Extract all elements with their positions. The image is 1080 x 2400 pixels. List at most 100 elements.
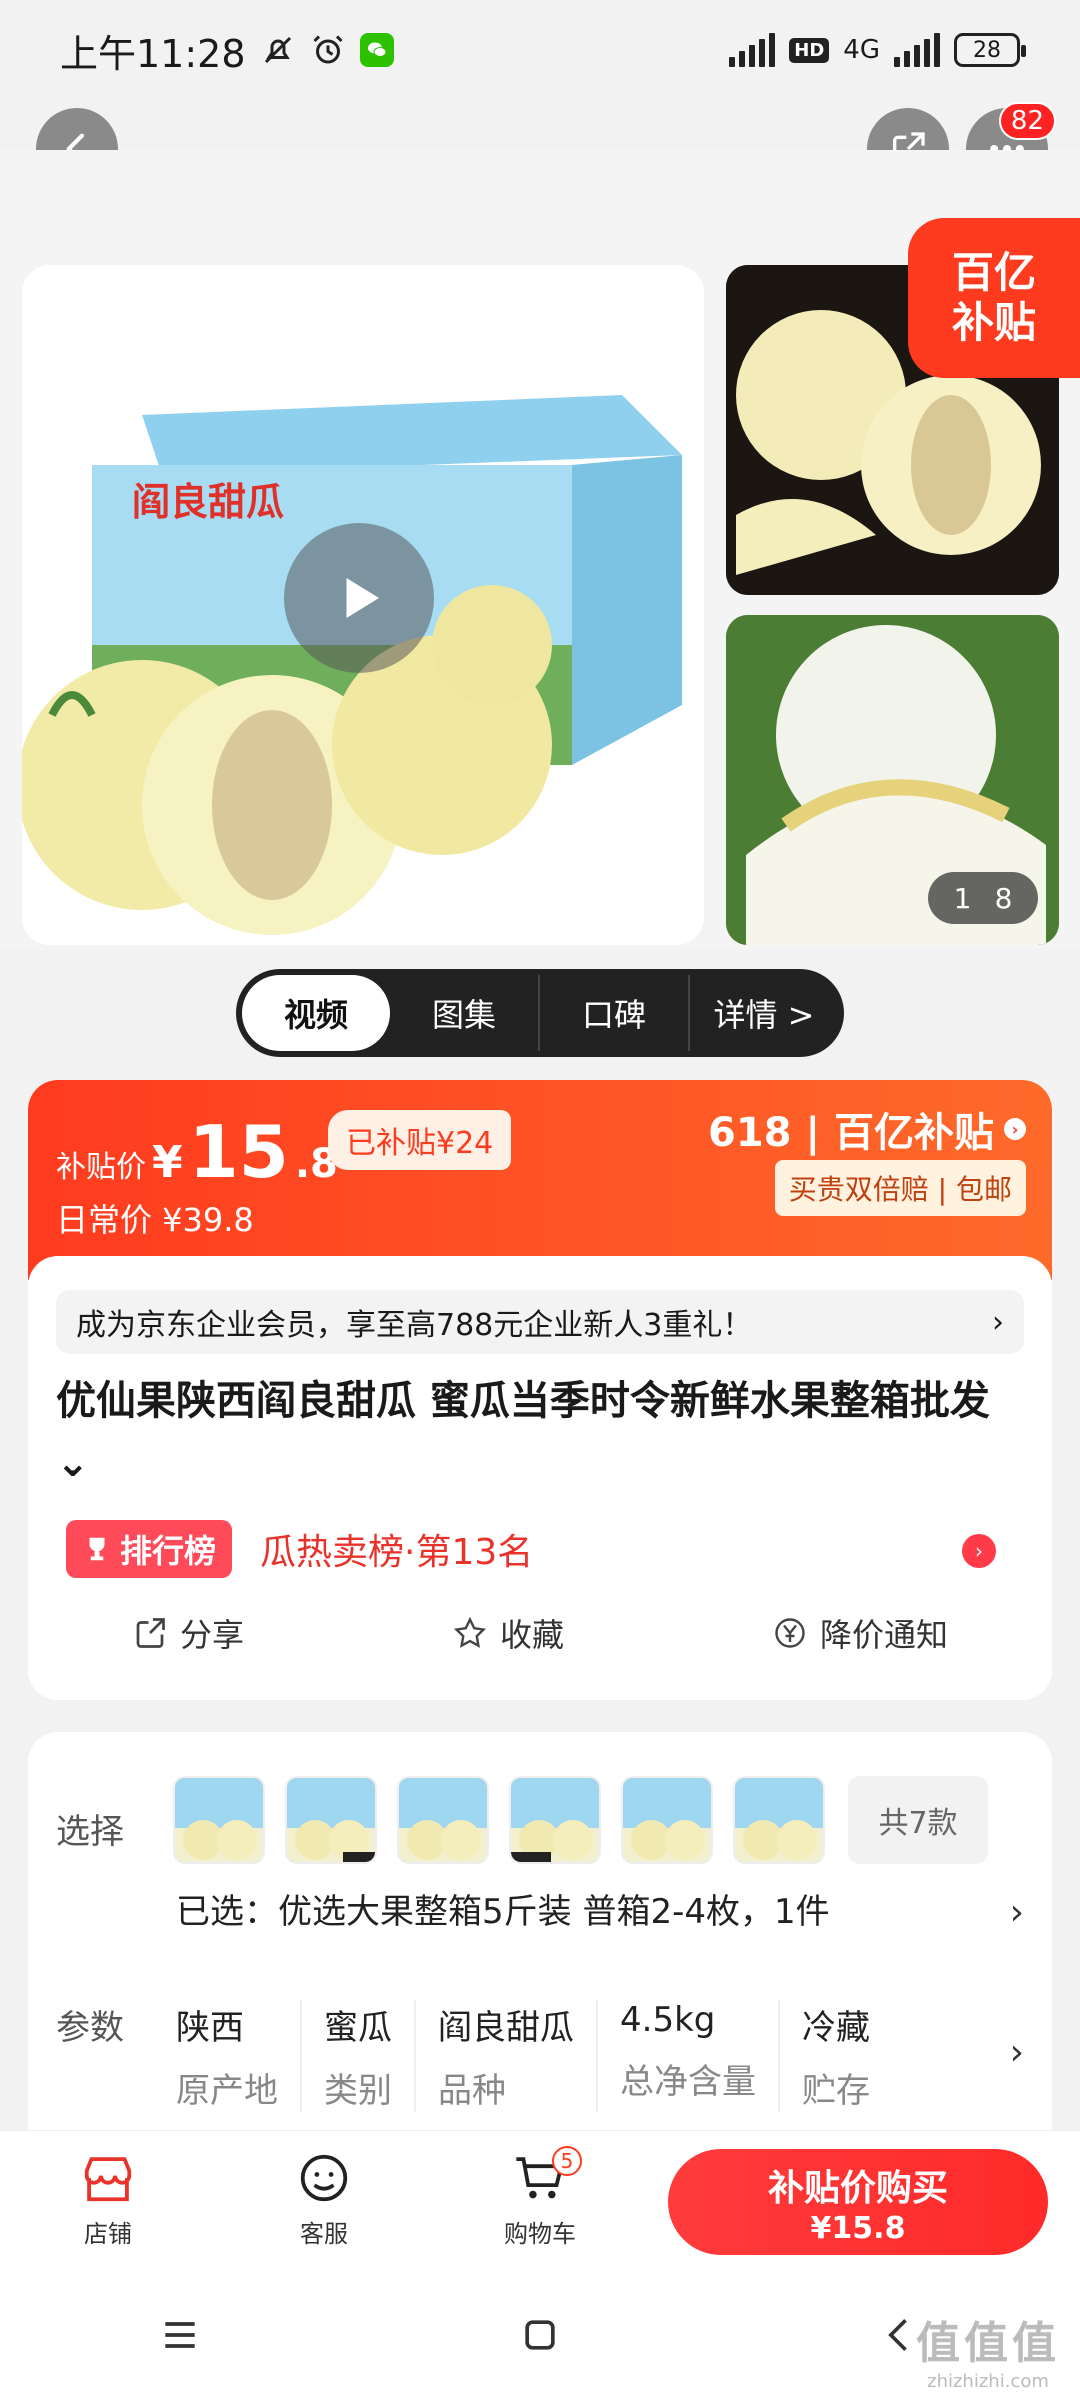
brand-618-subsidy[interactable]: 618 | 百亿补贴 › bbox=[708, 1100, 1026, 1158]
param-value: 蜜瓜 bbox=[324, 2008, 392, 2048]
service-label: 客服 bbox=[300, 2220, 348, 2248]
price-drop-action[interactable]: 降价通知 bbox=[772, 1610, 948, 1656]
subsidized-amount-badge: 已补贴¥24 bbox=[328, 1110, 512, 1170]
battery-icon: 28 bbox=[954, 33, 1026, 67]
param-key: 原产地 bbox=[176, 2071, 278, 2111]
message-count-badge: 82 bbox=[998, 102, 1056, 140]
favorite-action[interactable]: 收藏 bbox=[452, 1610, 564, 1656]
brand-618-text: 618 | 百亿补贴 bbox=[708, 1110, 994, 1156]
image-gallery[interactable]: 阎良甜瓜 百亿 补贴 1 8 bbox=[0, 150, 1080, 950]
params-list[interactable]: 陕西原产地 蜜瓜类别 阎良甜瓜品种 4.5kg 总净含量 冷藏贮存 bbox=[176, 2000, 870, 2112]
media-tabs: 视频 图集 口碑 详情 > bbox=[236, 969, 844, 1057]
param-key: 类别 bbox=[324, 2071, 392, 2111]
image-counter: 1 8 bbox=[928, 872, 1038, 924]
store-icon bbox=[84, 2157, 132, 2202]
select-label: 选择 bbox=[56, 1812, 124, 1852]
variant-swatch[interactable] bbox=[397, 1776, 489, 1864]
rank-text: 瓜热卖榜·第13名 bbox=[260, 1532, 534, 1573]
param-item: 阎良甜瓜 品种 bbox=[416, 2000, 598, 2112]
param-key: 总净含量 bbox=[620, 2062, 756, 2102]
promo-text: 成为京东企业会员，享至高788元企业新人3重礼！ bbox=[76, 1308, 753, 1343]
variant-swatch[interactable] bbox=[509, 1776, 601, 1864]
variant-count-button[interactable]: 共7款 bbox=[848, 1776, 988, 1864]
signal-4g-icon bbox=[894, 33, 940, 67]
share-action[interactable]: 分享 bbox=[132, 1610, 244, 1656]
variant-swatch[interactable] bbox=[733, 1776, 825, 1864]
status-bar: 上午11:28 HD 4G 28 bbox=[0, 0, 1080, 100]
price-drop-icon bbox=[775, 1618, 805, 1648]
price-integer: 15 bbox=[188, 1110, 289, 1194]
status-time: 上午11:28 bbox=[60, 31, 246, 76]
tab-reviews[interactable]: 口碑 bbox=[540, 975, 690, 1051]
customer-service-button[interactable]: 客服 bbox=[216, 2152, 432, 2249]
variant-swatch[interactable] bbox=[621, 1776, 713, 1864]
billion-subsidy-tag: 百亿 补贴 bbox=[908, 218, 1080, 378]
play-icon bbox=[346, 578, 379, 618]
cart-button[interactable]: 5 购物车 bbox=[432, 2146, 648, 2249]
param-value: 陕西 bbox=[176, 2008, 244, 2048]
hd-badge: HD bbox=[789, 37, 830, 63]
guarantee-badge: 买贵双倍赔 | 包邮 bbox=[774, 1160, 1026, 1216]
store-button[interactable]: 店铺 bbox=[0, 2152, 216, 2249]
main-product-video[interactable]: 阎良甜瓜 bbox=[22, 265, 704, 945]
price-drop-label: 降价通知 bbox=[819, 1616, 948, 1654]
svg-text:阎良甜瓜: 阎良甜瓜 bbox=[132, 480, 284, 524]
cart-label: 购物车 bbox=[504, 2220, 576, 2248]
network-type: 4G bbox=[843, 35, 880, 65]
rank-badge: 排行榜 bbox=[66, 1520, 233, 1578]
menu-icon[interactable] bbox=[158, 2313, 202, 2357]
param-value: 阎良甜瓜 bbox=[438, 2008, 574, 2048]
subsidy-tag-line2: 补贴 bbox=[951, 298, 1036, 347]
ranking-row[interactable]: 排行榜 瓜热卖榜·第13名 bbox=[66, 1520, 533, 1578]
trophy-icon bbox=[89, 1537, 105, 1561]
param-item: 冷藏 贮存 bbox=[780, 2000, 870, 2112]
enterprise-member-promo[interactable]: 成为京东企业会员，享至高788元企业新人3重礼！ › bbox=[56, 1290, 1024, 1354]
price-currency: ¥ bbox=[152, 1137, 183, 1188]
rank-chevron-icon[interactable]: › bbox=[962, 1534, 996, 1568]
star-icon bbox=[453, 1616, 487, 1648]
image-total: 8 bbox=[994, 881, 1013, 915]
param-key: 贮存 bbox=[802, 2071, 870, 2111]
tab-details[interactable]: 详情 > bbox=[690, 975, 838, 1051]
mute-bell-icon bbox=[264, 36, 291, 64]
variant-swatch[interactable] bbox=[173, 1776, 265, 1864]
subsidy-tag-line1: 百亿 bbox=[951, 248, 1036, 297]
store-label: 店铺 bbox=[84, 2220, 132, 2248]
params-chevron-icon[interactable]: › bbox=[1010, 2032, 1024, 2073]
selected-variant[interactable]: 已选：优选大果整箱5斤装 普箱2-4枚，1件 bbox=[176, 1884, 830, 1933]
status-left: 上午11:28 bbox=[60, 23, 394, 78]
product-title[interactable]: 优仙果陕西阎良甜瓜 蜜瓜当季时令新鲜水果整箱批发 ⌄ bbox=[56, 1370, 1026, 1494]
price-label: 补贴价 bbox=[56, 1150, 146, 1185]
tab-gallery[interactable]: 图集 bbox=[390, 975, 540, 1051]
action-row: 分享 收藏 降价通知 bbox=[28, 1610, 1052, 1656]
tab-video[interactable]: 视频 bbox=[242, 975, 390, 1051]
buy-now-button[interactable]: 补贴价购买 ¥15.8 bbox=[668, 2149, 1048, 2255]
price-band: 补贴价 ¥ 15 .8 已补贴¥24 日常价 ¥39.8 618 | 百亿补贴 … bbox=[28, 1080, 1052, 1280]
variant-swatches bbox=[173, 1776, 825, 1864]
price-card: 补贴价 ¥ 15 .8 已补贴¥24 日常价 ¥39.8 618 | 百亿补贴 … bbox=[28, 1080, 1052, 1700]
param-value: 冷藏 bbox=[802, 2008, 870, 2048]
selected-chevron-icon[interactable]: › bbox=[1010, 1892, 1024, 1933]
share-icon bbox=[136, 1618, 165, 1648]
variant-swatch[interactable] bbox=[285, 1776, 377, 1864]
cart-count-badge: 5 bbox=[552, 2146, 582, 2176]
buy-button-label: 补贴价购买 bbox=[767, 2167, 948, 2209]
share-label: 分享 bbox=[179, 1616, 244, 1654]
system-navigation-bar: 值值值 zhizhizhi.com bbox=[0, 2270, 1080, 2400]
favorite-label: 收藏 bbox=[499, 1616, 564, 1654]
wechat-icon bbox=[359, 33, 394, 67]
regular-price: 日常价 ¥39.8 bbox=[56, 1201, 254, 1239]
play-video-button[interactable] bbox=[284, 523, 434, 673]
watermark-url: zhizhizhi.com bbox=[927, 2371, 1049, 2392]
buy-button-price: ¥15.8 bbox=[810, 2210, 906, 2246]
bottom-action-bar: 店铺 客服 5 购物车 补贴价购买 ¥15.8 bbox=[0, 2130, 1080, 2270]
status-right: HD 4G 28 bbox=[729, 33, 1026, 67]
options-card: 选择 共7款 已选：优选大果整箱5斤装 普箱2-4枚，1件 › 参数 陕西原产地… bbox=[28, 1732, 1052, 2132]
param-key: 品种 bbox=[438, 2071, 506, 2111]
watermark: 值值值 zhizhizhi.com bbox=[916, 2307, 1060, 2392]
promo-arrow-icon: › bbox=[992, 1304, 1004, 1340]
watermark-logo: 值值值 bbox=[916, 2318, 1060, 2369]
param-item: 4.5kg 总净含量 bbox=[598, 2000, 780, 2112]
home-icon[interactable] bbox=[518, 2313, 562, 2357]
params-label: 参数 bbox=[56, 2008, 124, 2048]
